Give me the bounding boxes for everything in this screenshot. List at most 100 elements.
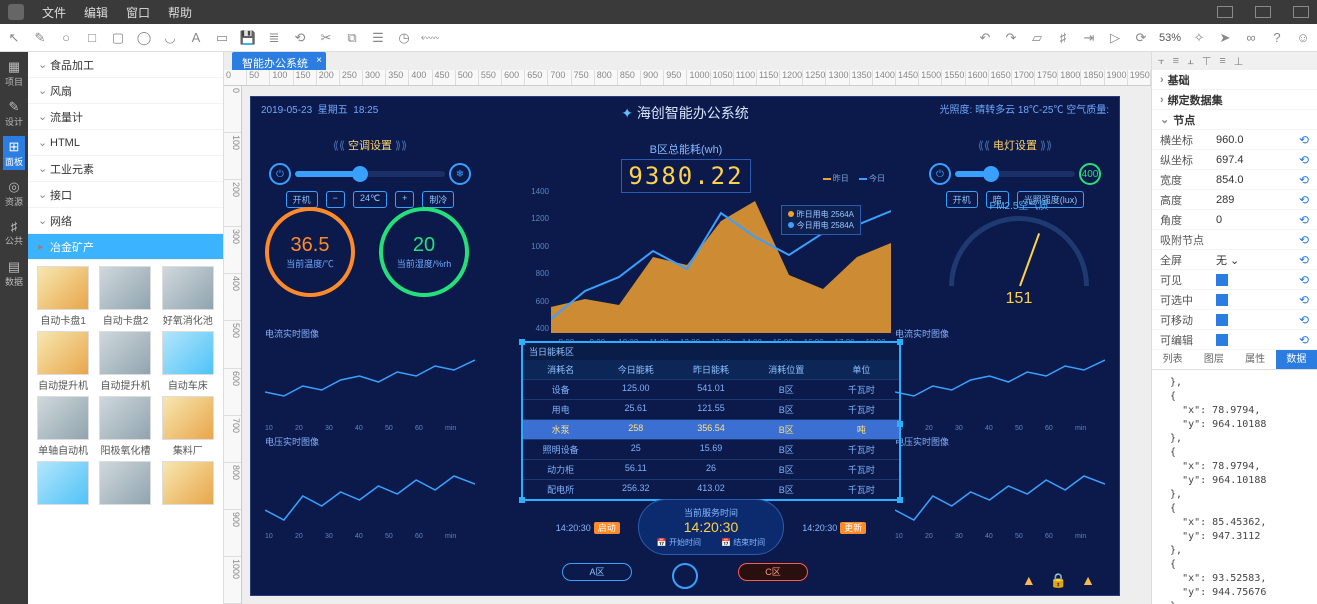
tool-项目[interactable]: ▦项目 xyxy=(3,56,25,90)
tool-公共[interactable]: ♯公共 xyxy=(3,216,25,250)
props-tab[interactable]: 列表 xyxy=(1152,350,1193,370)
lock-icon[interactable]: 🔒 xyxy=(1050,572,1067,589)
prop-row[interactable]: 横坐标960.0⟲ xyxy=(1152,130,1317,150)
window-min-icon[interactable] xyxy=(1217,6,1233,18)
component-item[interactable]: 阳极氧化槽 xyxy=(96,396,154,457)
warn-icon[interactable]: ▲ xyxy=(1081,572,1095,589)
prop-row[interactable]: 可编辑⟲ xyxy=(1152,330,1317,350)
category-item[interactable]: ⌄风扇 xyxy=(28,78,223,104)
prop-row[interactable]: 角度0⟲ xyxy=(1152,210,1317,230)
tool-设计[interactable]: ✎设计 xyxy=(3,96,25,130)
cut-icon[interactable]: ✂ xyxy=(318,30,334,46)
prop-row[interactable]: 全屏无 ⌄⟲ xyxy=(1152,250,1317,270)
component-item[interactable]: 自动车床 xyxy=(159,331,217,392)
share-icon[interactable]: ∞ xyxy=(1243,30,1259,46)
props-tab[interactable]: 数据 xyxy=(1276,350,1317,370)
alert-icon[interactable]: ▲ xyxy=(1022,572,1036,589)
align-middle-icon[interactable]: ≡ xyxy=(1219,55,1225,67)
align-center-icon[interactable]: ≡ xyxy=(1173,55,1179,67)
temp-down-button[interactable]: − xyxy=(326,191,345,208)
link-icon[interactable]: ⟲ xyxy=(292,30,308,46)
component-item[interactable]: 自动卡盘2 xyxy=(96,266,154,327)
component-item[interactable] xyxy=(96,461,154,507)
section-basic[interactable]: ›基础 xyxy=(1152,70,1317,90)
square-icon[interactable]: □ xyxy=(84,30,100,46)
section-bind[interactable]: ›绑定数据集 xyxy=(1152,90,1317,110)
user-icon[interactable]: ☺ xyxy=(1295,30,1311,46)
ellipse-icon[interactable]: ◯ xyxy=(136,30,152,46)
compass-icon[interactable]: ✧ xyxy=(1191,30,1207,46)
ac-slider[interactable] xyxy=(295,171,445,177)
category-item[interactable]: ⌄接口 xyxy=(28,182,223,208)
section-node[interactable]: ⌄节点 xyxy=(1152,110,1317,130)
category-item[interactable]: ⌄HTML xyxy=(28,130,223,156)
center-dial-icon[interactable] xyxy=(672,563,698,589)
refresh-icon[interactable]: ⟳ xyxy=(1133,30,1149,46)
roundrect-icon[interactable]: ▢ xyxy=(110,30,126,46)
table-row[interactable]: 水泵258356.54B区吨 xyxy=(523,419,899,439)
light-slider[interactable] xyxy=(955,171,1075,177)
component-item[interactable]: 单轴自动机 xyxy=(34,396,92,457)
category-item[interactable]: ⌄工业元素 xyxy=(28,156,223,182)
category-item[interactable]: ▸冶金矿产 xyxy=(28,234,223,260)
component-item[interactable]: 集料厂 xyxy=(159,396,217,457)
component-item[interactable]: 自动卡盘1 xyxy=(34,266,92,327)
align-left-icon[interactable]: ⫟ xyxy=(1158,55,1165,68)
window-close-icon[interactable] xyxy=(1293,6,1309,18)
prop-row[interactable]: 高度289⟲ xyxy=(1152,190,1317,210)
design-canvas[interactable]: 2019-05-23 星期五 18:25 光照度: 晴转多云 18℃-25℃ 空… xyxy=(250,96,1120,596)
save-icon[interactable]: 💾 xyxy=(240,30,256,46)
align-top-icon[interactable]: ⊤ xyxy=(1202,55,1212,68)
component-item[interactable] xyxy=(34,461,92,507)
help-icon[interactable]: ? xyxy=(1269,30,1285,46)
path-icon[interactable]: ⬳ xyxy=(422,30,438,46)
prop-row[interactable]: 吸附节点⟲ xyxy=(1152,230,1317,250)
consumption-table[interactable]: 当日能耗区 消耗名今日能耗昨日能耗消耗位置单位 设备125.00541.01B区… xyxy=(521,341,901,501)
light-power-icon[interactable]: ⏻ xyxy=(929,163,951,185)
canvas-area[interactable]: 智能办公系统 × 0501001502002503003504004505005… xyxy=(224,52,1151,604)
table-row[interactable]: 用电25.61121.55B区千瓦时 xyxy=(523,399,899,419)
lux-knob[interactable]: 400 xyxy=(1079,163,1101,185)
category-item[interactable]: ⌄流量计 xyxy=(28,104,223,130)
tool-数据[interactable]: ▤数据 xyxy=(3,256,25,290)
menu-item[interactable]: 编辑 xyxy=(84,4,108,21)
start-button[interactable]: 启动 xyxy=(594,522,620,534)
menu-item[interactable]: 文件 xyxy=(42,4,66,21)
arc-icon[interactable]: ◡ xyxy=(162,30,178,46)
menu-item[interactable]: 帮助 xyxy=(168,4,192,21)
table-row[interactable]: 设备125.00541.01B区千瓦时 xyxy=(523,379,899,399)
category-item[interactable]: ⌄网络 xyxy=(28,208,223,234)
temp-up-button[interactable]: + xyxy=(395,191,414,208)
category-item[interactable]: ⌄食品加工 xyxy=(28,52,223,78)
mode-icon[interactable]: ❄ xyxy=(449,163,471,185)
align-right-icon[interactable]: ⫠ xyxy=(1187,55,1194,68)
props-tab[interactable]: 属性 xyxy=(1235,350,1276,370)
grid-icon[interactable]: ♯ xyxy=(1055,30,1071,46)
text-icon[interactable]: A xyxy=(188,30,204,46)
zone-a-button[interactable]: A区 xyxy=(562,563,632,581)
close-icon[interactable]: × xyxy=(316,55,322,66)
zoom-level[interactable]: 53% xyxy=(1159,32,1181,44)
send-icon[interactable]: ➤ xyxy=(1217,30,1233,46)
zone-c-button[interactable]: C区 xyxy=(738,563,808,581)
circle-icon[interactable]: ○ xyxy=(58,30,74,46)
pointer-icon[interactable]: ↖ xyxy=(6,30,22,46)
clock-icon[interactable]: ◷ xyxy=(396,30,412,46)
component-item[interactable] xyxy=(159,461,217,507)
component-item[interactable]: 好氧消化池 xyxy=(159,266,217,327)
prop-row[interactable]: 纵坐标697.4⟲ xyxy=(1152,150,1317,170)
table-row[interactable]: 配电所256.32413.02B区千瓦时 xyxy=(523,479,899,499)
align-bottom-icon[interactable]: ⊥ xyxy=(1234,55,1244,68)
menu-item[interactable]: 窗口 xyxy=(126,4,150,21)
export-icon[interactable]: ⇥ xyxy=(1081,30,1097,46)
data-code[interactable]: }, { "x": 78.9794, "y": 964.10188 }, { "… xyxy=(1152,370,1317,604)
power-icon[interactable]: ⏻ xyxy=(269,163,291,185)
prop-row[interactable]: 可移动⟲ xyxy=(1152,310,1317,330)
tool-面板[interactable]: ⊞面板 xyxy=(3,136,25,170)
play-icon[interactable]: ▷ xyxy=(1107,30,1123,46)
prop-row[interactable]: 可见⟲ xyxy=(1152,270,1317,290)
table-row[interactable]: 动力柜56.1126B区千瓦时 xyxy=(523,459,899,479)
tool-资源[interactable]: ◎资源 xyxy=(3,176,25,210)
bounds-icon[interactable]: ▱ xyxy=(1029,30,1045,46)
screen-icon[interactable]: ▭ xyxy=(214,30,230,46)
